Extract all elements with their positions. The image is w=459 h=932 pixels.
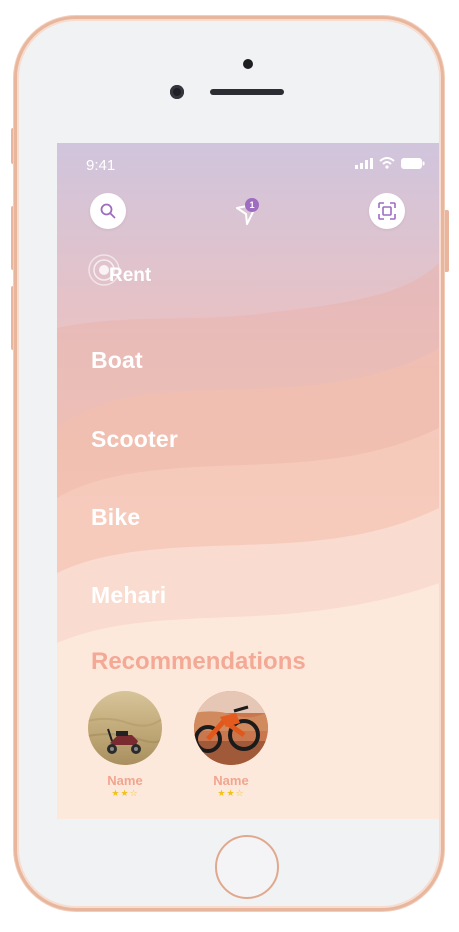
phone-frame: 9:41 1 Rent Boat Scooter Bike Mehari Rec… [14,16,444,911]
scooter-photo [88,691,162,765]
app-screen: 9:41 1 Rent Boat Scooter Bike Mehari Rec… [57,143,439,819]
search-icon [100,203,116,219]
recommendation-card[interactable]: Name ★★☆ [193,691,269,799]
category-mehari[interactable]: Mehari [91,582,166,609]
star-rating: ★★☆ [217,788,245,798]
scan-icon [378,202,396,220]
bike-photo [194,691,268,765]
category-bike[interactable]: Bike [91,504,140,531]
home-button[interactable] [215,835,279,899]
signal-icon [355,157,373,169]
power-button [444,210,449,272]
recommendation-name: Name [213,773,249,788]
recommendations-title: Recommendations [91,648,306,675]
rent-title: Rent [109,265,152,286]
category-boat[interactable]: Boat [91,347,143,374]
star-rating: ★★☆ [111,788,139,798]
category-scooter[interactable]: Scooter [91,426,178,453]
status-time: 9:41 [86,157,116,174]
search-button[interactable] [90,193,126,229]
battery-icon [401,157,425,169]
status-indicators [355,157,425,169]
recommendation-card[interactable]: Name ★★☆ [87,691,163,799]
proximity-sensor [243,59,253,69]
front-camera [170,85,184,99]
wifi-icon [379,157,395,169]
scan-button[interactable] [369,193,405,229]
recommendation-name: Name [107,773,143,788]
notification-badge: 1 [245,198,259,212]
earpiece-speaker [210,89,284,95]
